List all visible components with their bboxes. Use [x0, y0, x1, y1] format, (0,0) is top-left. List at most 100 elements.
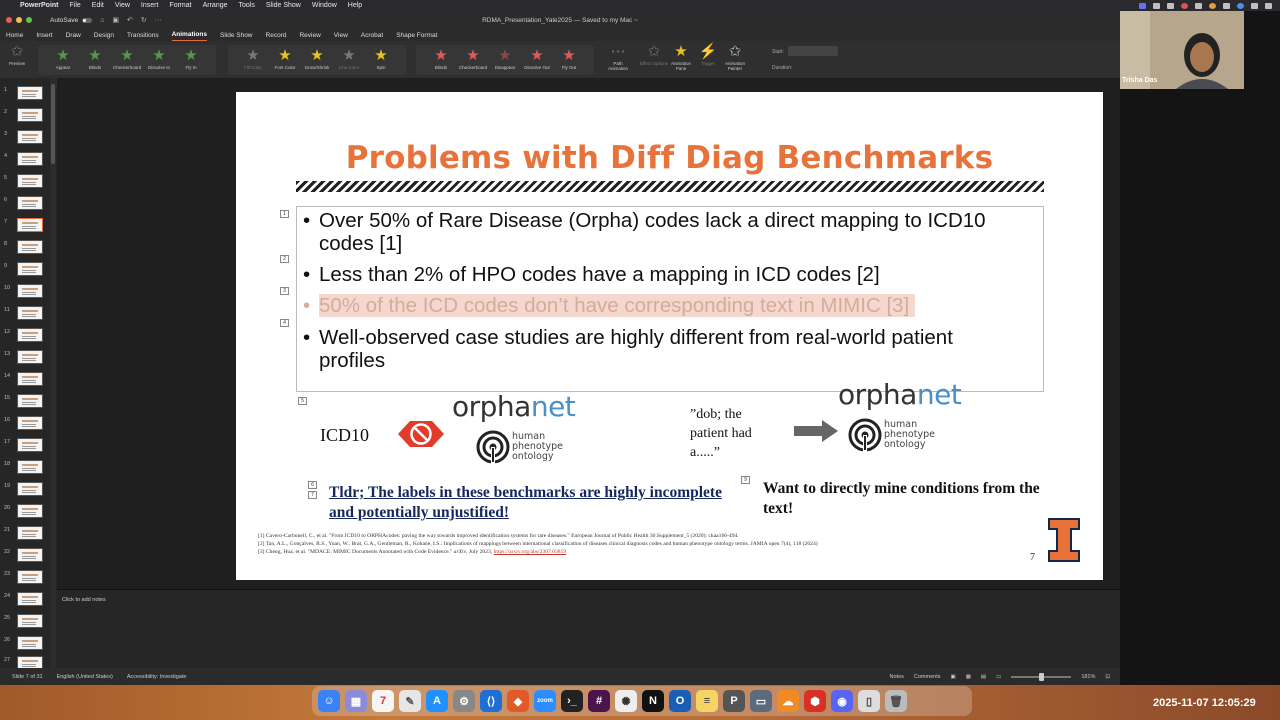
slide-thumb[interactable]: 24 — [4, 592, 48, 610]
clinical-note-quote[interactable]: ”dob; the patient had a.....” — [690, 405, 752, 462]
tab-transitions[interactable]: Transitions — [127, 32, 159, 41]
comments-toggle[interactable]: Comments — [914, 674, 941, 680]
start-dropdown[interactable] — [788, 46, 838, 56]
tab-insert[interactable]: Insert — [36, 32, 52, 41]
menu-window[interactable]: Window — [312, 2, 337, 9]
launchpad-icon[interactable]: ▦ — [345, 690, 367, 712]
menu-view[interactable]: View — [115, 2, 130, 9]
headphones-icon[interactable] — [1251, 2, 1258, 9]
finder-icon[interactable]: ☺ — [318, 690, 340, 712]
pen-icon[interactable] — [1195, 2, 1202, 9]
notes-toggle[interactable]: Notes — [890, 674, 904, 680]
scrollbar-thumb[interactable] — [51, 84, 55, 164]
redo-icon[interactable]: ↻ — [141, 16, 147, 24]
discord-icon[interactable]: ◉ — [831, 690, 853, 712]
trigger-button[interactable]: ⚡ Trigger — [693, 44, 723, 66]
slide-thumb[interactable]: 19 — [4, 482, 48, 500]
slide-title[interactable]: Problems with Diff Diag Benchmarks — [236, 140, 1103, 176]
slide-thumb[interactable]: 12 — [4, 328, 48, 346]
effect-spin[interactable]: ★ Spin — [366, 48, 396, 70]
slide-thumb[interactable]: 2 — [4, 108, 48, 126]
effect-line-color[interactable]: ★ Line Color — [334, 48, 364, 70]
terminal-icon[interactable]: ›_ — [561, 690, 583, 712]
slide-thumb[interactable]: 10 — [4, 284, 48, 302]
slack-icon[interactable]: # — [588, 690, 610, 712]
no-mapping-icon[interactable] — [396, 418, 446, 450]
tab-review[interactable]: Review — [299, 32, 320, 41]
slide-thumb[interactable]: 1 — [4, 86, 48, 104]
maximize-window-icon[interactable] — [26, 17, 32, 23]
brave-icon[interactable]: ◆ — [507, 690, 529, 712]
zoom-slider[interactable] — [1011, 672, 1072, 681]
bell-icon[interactable] — [1167, 2, 1174, 9]
slideshow-view-icon[interactable]: ▭ — [996, 674, 1001, 680]
home-icon[interactable]: ⌂ — [100, 17, 104, 24]
slide-thumb[interactable]: 6 — [4, 196, 48, 214]
effect-dissolve-out[interactable]: ★ Dissolve Out — [522, 48, 552, 70]
cloud-icon[interactable] — [1223, 2, 1230, 9]
zoom-app-icon[interactable]: zoom — [534, 690, 556, 712]
accessibility-status[interactable]: Accessibility: Investigate — [127, 674, 187, 680]
tab-home[interactable]: Home — [6, 32, 23, 41]
slide-thumb[interactable]: 17 — [4, 438, 48, 456]
slide-thumb[interactable]: 23 — [4, 570, 48, 588]
slide-thumb-selected[interactable]: 7 — [4, 218, 48, 236]
bullet-1[interactable]: • Over 50% of Rare Disease (Orpha) codes … — [303, 209, 1023, 255]
trash-icon[interactable]: 🗑 — [885, 690, 907, 712]
tab-record[interactable]: Record — [266, 32, 287, 41]
path-animation-button[interactable]: ⋯ Path Animation — [603, 44, 633, 71]
effect-blinds-out[interactable]: ★ Blinds — [426, 48, 456, 70]
slide-thumb[interactable]: 8 — [4, 240, 48, 258]
effect-grow-shrink[interactable]: ★ Grow/Shrink — [302, 48, 332, 70]
menu-format[interactable]: Format — [169, 2, 191, 9]
menu-app-name[interactable]: PowerPoint — [20, 2, 59, 9]
slide-thumb[interactable]: 3 — [4, 130, 48, 148]
animation-order-tag[interactable]: 6 — [308, 481, 317, 489]
menu-edit[interactable]: Edit — [92, 2, 104, 9]
slide-thumb[interactable]: 13 — [4, 350, 48, 368]
slide-thumb[interactable]: 14 — [4, 372, 48, 390]
animation-pane-button[interactable]: ★ Animation Pane — [666, 44, 696, 71]
tldr-text[interactable]: Tldr; The labels in these benchmarks are… — [329, 483, 749, 523]
reading-view-icon[interactable]: ▤ — [981, 674, 986, 680]
tab-slide-show[interactable]: Slide Show — [220, 32, 253, 41]
language-status[interactable]: English (United States) — [57, 674, 113, 680]
tab-acrobat[interactable]: Acrobat — [361, 32, 383, 41]
vscode-icon[interactable]: ⟨⟩ — [480, 690, 502, 712]
notes-app-icon[interactable]: ≡ — [696, 690, 718, 712]
animation-order-tag[interactable]: 4 — [280, 319, 289, 327]
effect-dissolve-in[interactable]: ★ Dissolve In — [144, 48, 174, 70]
powerpoint-dock-icon[interactable]: P — [723, 690, 745, 712]
tab-design[interactable]: Design — [94, 32, 114, 41]
close-window-icon[interactable] — [6, 17, 12, 23]
document-icon[interactable]: ▯ — [858, 690, 880, 712]
effect-appear[interactable]: ★ Appear — [48, 48, 78, 70]
effect-font-color[interactable]: ★ Font Color — [270, 48, 300, 70]
chatgpt-icon[interactable]: ✺ — [615, 690, 637, 712]
goal-text[interactable]: Want to directly mine conditions from th… — [763, 479, 1063, 519]
effect-checkerboard-out[interactable]: ★ Checkerboard — [458, 48, 488, 70]
sorter-view-icon[interactable]: ▦ — [966, 674, 971, 680]
notes-pane[interactable]: Click to add notes — [57, 589, 1120, 668]
effect-fill-color[interactable]: ★ Fill Color — [238, 48, 268, 70]
slide-thumb[interactable]: 25 — [4, 614, 48, 632]
hpo-logo[interactable]: human phenotype ontology — [476, 430, 563, 464]
animation-order-tag[interactable]: 5 — [298, 397, 307, 405]
slide-thumb[interactable]: 4 — [4, 152, 48, 170]
tab-draw[interactable]: Draw — [66, 32, 81, 41]
tab-animations[interactable]: Animations — [171, 31, 207, 41]
current-slide[interactable]: Problems with Diff Diag Benchmarks • Over… — [236, 92, 1103, 580]
effect-blinds-in[interactable]: ★ Blinds — [80, 48, 110, 70]
effect-options-button[interactable]: ✩ Effect Options — [639, 44, 669, 66]
references[interactable]: [1] Cavero-Carbonell, C., et al. "From I… — [258, 532, 1038, 557]
app-status-icon[interactable] — [1209, 2, 1216, 9]
animation-order-tag[interactable]: 2 — [280, 255, 289, 263]
slide-thumb[interactable]: 22 — [4, 548, 48, 566]
animation-order-tag[interactable]: 1 — [280, 210, 289, 218]
right-arrow-icon[interactable] — [794, 420, 838, 442]
slide-thumb[interactable]: 9 — [4, 262, 48, 280]
bullet-3-highlighted[interactable]: • 50% of the ICD codes don’t have corresp… — [303, 294, 1023, 317]
notion-icon[interactable]: N — [642, 690, 664, 712]
cloud-app-icon[interactable]: ☁ — [777, 690, 799, 712]
bullet-2[interactable]: • Less than 2% of HPO codes have a mappin… — [303, 263, 1023, 286]
